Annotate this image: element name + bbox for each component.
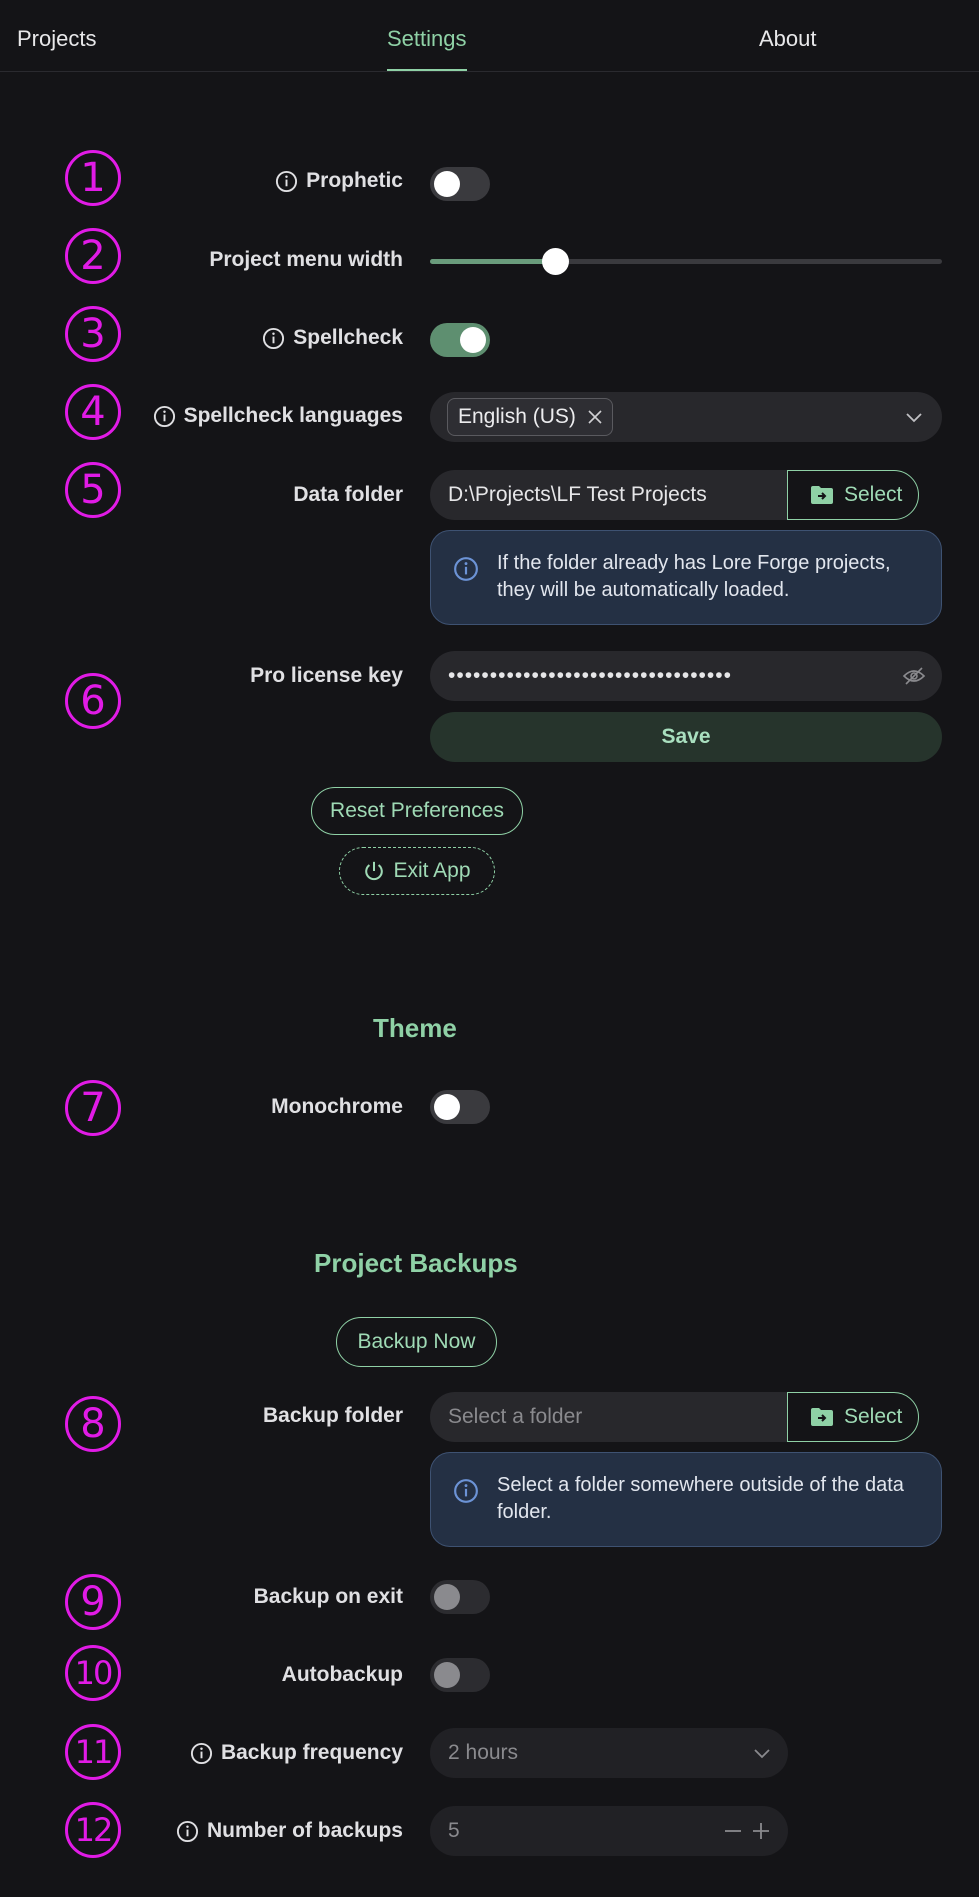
alert-text: If the folder already has Lore Forge pro… xyxy=(497,552,891,601)
spellcheck-label-text: Spellcheck xyxy=(293,326,403,349)
save-button[interactable]: Save xyxy=(430,712,942,762)
info-icon[interactable] xyxy=(153,405,176,428)
toggle-knob xyxy=(460,327,486,353)
language-chip: English (US) xyxy=(447,398,613,436)
tab-settings-label: Settings xyxy=(387,26,467,51)
close-icon[interactable] xyxy=(588,410,602,424)
data-folder-value: D:\Projects\LF Test Projects xyxy=(448,483,707,506)
info-icon[interactable] xyxy=(176,1820,199,1843)
language-chip-label: English (US) xyxy=(458,405,576,428)
license-key-value: •••••••••••••••••••••••••••••••••• xyxy=(448,664,732,687)
spellcheck-toggle[interactable] xyxy=(430,323,490,357)
monochrome-toggle[interactable] xyxy=(430,1090,490,1124)
info-icon xyxy=(454,557,478,581)
backup-folder-label: Backup folder xyxy=(263,1404,403,1428)
backup-on-exit-label: Backup on exit xyxy=(254,1585,403,1609)
marker-7: 7 xyxy=(65,1080,121,1136)
alert-text: Select a folder somewhere outside of the… xyxy=(497,1474,904,1523)
tab-about[interactable]: About xyxy=(759,26,817,52)
backup-folder-placeholder: Select a folder xyxy=(448,1405,583,1428)
select-button-label: Select xyxy=(844,1405,903,1428)
monochrome-label-text: Monochrome xyxy=(271,1095,403,1118)
info-icon xyxy=(454,1479,478,1503)
languages-multiselect[interactable]: English (US) xyxy=(430,392,942,442)
slider-fill xyxy=(430,259,556,264)
backup-on-exit-label-text: Backup on exit xyxy=(253,1585,403,1608)
backup-now-button[interactable]: Backup Now xyxy=(336,1317,497,1367)
backups-section-title: Project Backups xyxy=(314,1248,518,1278)
license-label-text: Pro license key xyxy=(250,664,403,687)
number-of-backups-value: 5 xyxy=(448,1819,460,1842)
number-of-backups-label: Number of backups xyxy=(176,1819,403,1843)
marker-4: 4 xyxy=(65,384,121,440)
select-button-label: Select xyxy=(844,483,903,506)
toggle-knob xyxy=(434,1094,460,1120)
backup-folder-label-text: Backup folder xyxy=(262,1404,403,1427)
number-of-backups-label-text: Number of backups xyxy=(206,1819,403,1842)
license-key-input[interactable]: •••••••••••••••••••••••••••••••••• xyxy=(430,651,942,701)
menu-width-label-text: Project menu width xyxy=(209,248,403,271)
menu-width-slider[interactable] xyxy=(430,248,942,275)
theme-section-title: Theme xyxy=(373,1013,457,1043)
marker-11: 11 xyxy=(65,1724,121,1780)
marker-12: 12 xyxy=(65,1802,121,1858)
info-icon[interactable] xyxy=(275,170,298,193)
info-icon[interactable] xyxy=(262,327,285,350)
backup-folder-info-alert: Select a folder somewhere outside of the… xyxy=(430,1452,942,1547)
slider-thumb[interactable] xyxy=(542,248,570,275)
info-icon[interactable] xyxy=(190,1742,213,1765)
number-of-backups-input[interactable]: 5 xyxy=(430,1806,788,1856)
data-folder-input[interactable]: D:\Projects\LF Test Projects xyxy=(430,470,788,520)
toggle-knob xyxy=(434,171,460,197)
marker-3: 3 xyxy=(65,306,121,362)
backup-folder-select-button[interactable]: Select xyxy=(787,1392,919,1442)
spellcheck-label: Spellcheck xyxy=(262,326,403,350)
monochrome-label: Monochrome xyxy=(271,1095,403,1119)
backup-folder-input[interactable]: Select a folder xyxy=(430,1392,788,1442)
marker-8: 8 xyxy=(65,1396,121,1452)
marker-10: 10 xyxy=(65,1645,121,1701)
prophetic-label: Prophetic xyxy=(275,169,403,193)
license-label: Pro license key xyxy=(250,664,403,688)
chevron-down-icon[interactable] xyxy=(752,1743,772,1763)
backup-frequency-select[interactable]: 2 hours xyxy=(430,1728,788,1778)
folder-icon xyxy=(811,486,833,504)
toggle-knob xyxy=(434,1584,460,1610)
eye-off-icon[interactable] xyxy=(902,666,926,686)
tab-projects[interactable]: Projects xyxy=(17,26,96,52)
backup-frequency-label: Backup frequency xyxy=(190,1741,403,1765)
data-folder-info-alert: If the folder already has Lore Forge pro… xyxy=(430,530,942,625)
active-tab-underline xyxy=(387,69,467,71)
languages-label-text: Spellcheck languages xyxy=(183,404,403,427)
autobackup-label: Autobackup xyxy=(282,1663,403,1687)
marker-9: 9 xyxy=(65,1574,121,1630)
autobackup-toggle[interactable] xyxy=(430,1658,490,1692)
toggle-knob xyxy=(434,1662,460,1688)
backup-frequency-value: 2 hours xyxy=(448,1741,519,1764)
power-icon xyxy=(365,861,384,881)
backup-on-exit-toggle[interactable] xyxy=(430,1580,490,1614)
top-nav: Projects Settings About xyxy=(0,0,979,72)
prophetic-toggle[interactable] xyxy=(430,167,490,201)
plus-icon[interactable] xyxy=(752,1822,770,1840)
prophetic-label-text: Prophetic xyxy=(306,169,403,192)
exit-app-button[interactable]: Exit App xyxy=(339,847,495,895)
languages-label: Spellcheck languages xyxy=(153,404,403,428)
tab-settings[interactable]: Settings xyxy=(387,26,467,71)
minus-icon[interactable] xyxy=(724,1822,742,1840)
chevron-down-icon[interactable] xyxy=(904,407,924,427)
marker-6: 6 xyxy=(65,673,121,729)
autobackup-label-text: Autobackup xyxy=(281,1663,403,1686)
folder-icon xyxy=(811,1408,833,1426)
data-folder-select-button[interactable]: Select xyxy=(787,470,919,520)
marker-2: 2 xyxy=(65,228,121,284)
exit-app-label: Exit App xyxy=(393,859,471,882)
menu-width-label: Project menu width xyxy=(209,248,403,272)
marker-1: 1 xyxy=(65,150,121,206)
backup-frequency-label-text: Backup frequency xyxy=(220,1741,403,1764)
marker-5: 5 xyxy=(65,462,121,518)
reset-preferences-button[interactable]: Reset Preferences xyxy=(311,787,523,835)
data-folder-label: Data folder xyxy=(293,483,403,507)
data-folder-label-text: Data folder xyxy=(293,483,403,506)
